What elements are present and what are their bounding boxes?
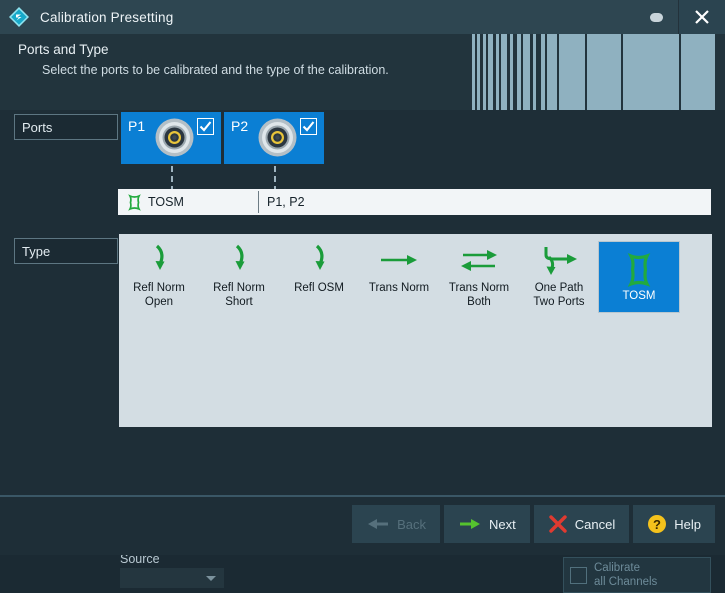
calibration-presetting-dialog: Calibration Presetting Ports and Type Se… — [0, 0, 725, 593]
type-item-refl-osm[interactable]: Refl OSM — [279, 242, 359, 324]
minimize-button[interactable] — [634, 0, 678, 34]
rs-diamond-icon — [8, 6, 30, 28]
port-name-label: P2 — [231, 118, 249, 134]
ports-section-label: Ports — [14, 114, 118, 140]
banner-stripe-26 — [587, 34, 621, 110]
banner-subheading: Select the ports to be calibrated and th… — [42, 63, 389, 77]
banner-heading: Ports and Type — [18, 42, 109, 57]
minimize-icon — [649, 12, 663, 22]
footer-button-group: Back Next Cancel? Help — [352, 505, 715, 543]
type-section-label: Type — [14, 238, 118, 264]
summary-ports: P1, P2 — [267, 195, 305, 209]
bidirectional-arrow-icon — [457, 242, 501, 278]
ports-strip: P1 P2 — [121, 112, 324, 192]
source-dropdown[interactable] — [120, 568, 224, 588]
summary-divider — [258, 191, 259, 213]
button-label: Next — [489, 516, 516, 532]
port-tile-p1[interactable]: P1 — [121, 112, 221, 192]
dialog-footer: Back Next Cancel? Help — [0, 495, 725, 555]
port-tile-p2[interactable]: P2 — [224, 112, 324, 192]
tosm-outline-icon — [625, 252, 653, 288]
type-item-trans-norm-both[interactable]: Trans Norm Both — [439, 242, 519, 324]
left-arrow-icon — [366, 516, 390, 532]
type-item-label: Refl Norm Open — [133, 282, 185, 308]
banner-stripe-16 — [523, 34, 530, 110]
calibration-type-list: Refl Norm Open Refl Norm Short Refl OSM Tra… — [119, 241, 712, 324]
right-arrow-icon — [377, 242, 421, 278]
type-item-label: One Path Two Ports — [533, 282, 585, 308]
decorative-stripes — [472, 34, 725, 110]
question-mark-icon: ? — [647, 514, 667, 534]
calibrate-all-channels-label: Calibrate all Channels — [594, 562, 658, 588]
red-x-icon — [548, 515, 568, 533]
dialog-body: Ports P1 P2 TOSM P1, P2 Type Refl Norm Op… — [0, 110, 725, 593]
type-item-label: Trans Norm — [368, 282, 430, 294]
help-button[interactable]: ? Help — [633, 505, 715, 543]
tosm-outline-icon — [123, 193, 145, 211]
title-bar: Calibration Presetting — [0, 0, 725, 34]
coax-connector-icon — [255, 115, 300, 160]
next-button[interactable]: Next — [444, 505, 530, 543]
port-name-label: P1 — [128, 118, 146, 134]
refl-arrow-icon — [226, 242, 252, 278]
type-item-one-path-two-ports[interactable]: One Path Two Ports — [519, 242, 599, 324]
banner-stripe-22 — [547, 34, 557, 110]
right-arrow-green-icon — [458, 516, 482, 532]
button-label: Back — [397, 516, 427, 532]
type-item-label: Refl Norm Short — [213, 282, 265, 308]
banner-stripe-30 — [681, 34, 715, 110]
chevron-down-icon — [206, 575, 216, 581]
button-label: Help — [674, 516, 701, 532]
banner-stripe-28 — [623, 34, 679, 110]
type-item-label: TOSM — [622, 289, 656, 302]
type-item-tosm[interactable]: TOSM — [598, 241, 680, 313]
calibrate-all-channels-checkbox[interactable]: Calibrate all Channels — [563, 557, 711, 593]
close-icon — [695, 10, 709, 24]
summary-cal-type: TOSM — [148, 195, 184, 209]
type-item-trans-norm[interactable]: Trans Norm — [359, 242, 439, 324]
type-item-label: Trans Norm Both — [448, 282, 510, 308]
port-checkbox-p1[interactable] — [197, 118, 214, 135]
type-item-refl-norm-short[interactable]: Refl Norm Short — [199, 242, 279, 324]
coax-connector-icon — [152, 115, 197, 160]
refl-arrow-icon — [306, 242, 332, 278]
checkbox-box — [570, 566, 587, 584]
banner-stripe-24 — [559, 34, 585, 110]
type-item-refl-norm-open[interactable]: Refl Norm Open — [119, 242, 199, 324]
port-checkbox-p2[interactable] — [300, 118, 317, 135]
back-button: Back — [352, 505, 441, 543]
calibration-summary-row[interactable]: TOSM P1, P2 — [118, 189, 711, 215]
cancel-button[interactable]: Cancel — [533, 505, 630, 543]
refl-arrow-icon — [146, 242, 172, 278]
button-label: Cancel — [574, 516, 616, 532]
window-title: Calibration Presetting — [40, 9, 174, 25]
one-path-arrow-icon — [539, 242, 579, 278]
svg-text:?: ? — [653, 517, 661, 532]
close-button[interactable] — [678, 0, 725, 34]
type-item-label: Refl OSM — [294, 282, 344, 294]
header-banner: Ports and Type Select the ports to be ca… — [0, 34, 725, 110]
calibration-type-panel: Refl Norm Open Refl Norm Short Refl OSM Tra… — [119, 234, 712, 427]
